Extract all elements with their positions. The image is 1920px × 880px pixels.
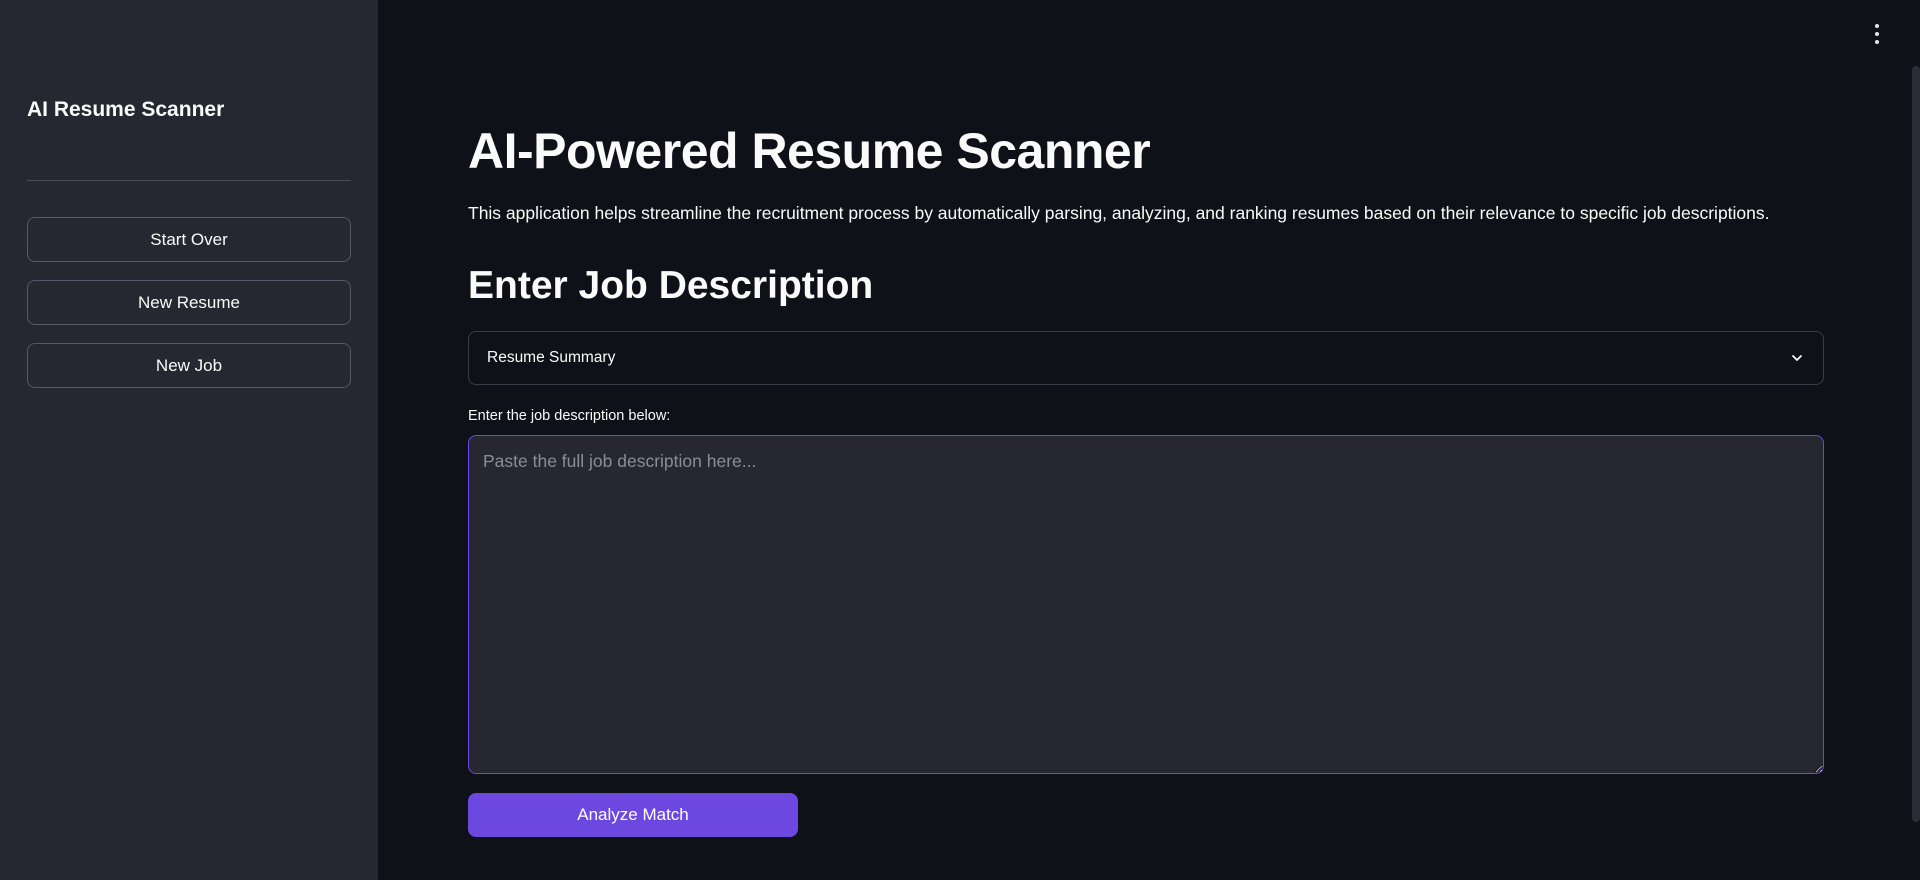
page-description: This application helps streamline the re…	[468, 203, 1770, 223]
chevron-down-icon	[1789, 350, 1805, 366]
sidebar-divider	[27, 180, 351, 181]
sidebar: AI Resume Scanner Start Over New Resume …	[0, 0, 378, 880]
analyze-match-button[interactable]: Analyze Match	[468, 793, 798, 837]
job-description-input[interactable]	[468, 435, 1824, 774]
scrollbar[interactable]	[1912, 66, 1920, 822]
app-window: AI Resume Scanner Start Over New Resume …	[0, 0, 1920, 880]
start-over-button[interactable]: Start Over	[27, 217, 351, 262]
main-content: AI-Powered Resume Scanner This applicati…	[378, 0, 1920, 880]
section-title: Enter Job Description	[468, 264, 874, 307]
kebab-menu-icon[interactable]	[1871, 24, 1883, 44]
new-resume-button[interactable]: New Resume	[27, 280, 351, 325]
sidebar-title: AI Resume Scanner	[27, 98, 225, 121]
select-value: Resume Summary	[487, 349, 616, 366]
page-title: AI-Powered Resume Scanner	[468, 123, 1151, 179]
new-job-button[interactable]: New Job	[27, 343, 351, 388]
job-description-label: Enter the job description below:	[468, 408, 671, 424]
summary-type-select[interactable]: Resume Summary	[468, 331, 1824, 385]
